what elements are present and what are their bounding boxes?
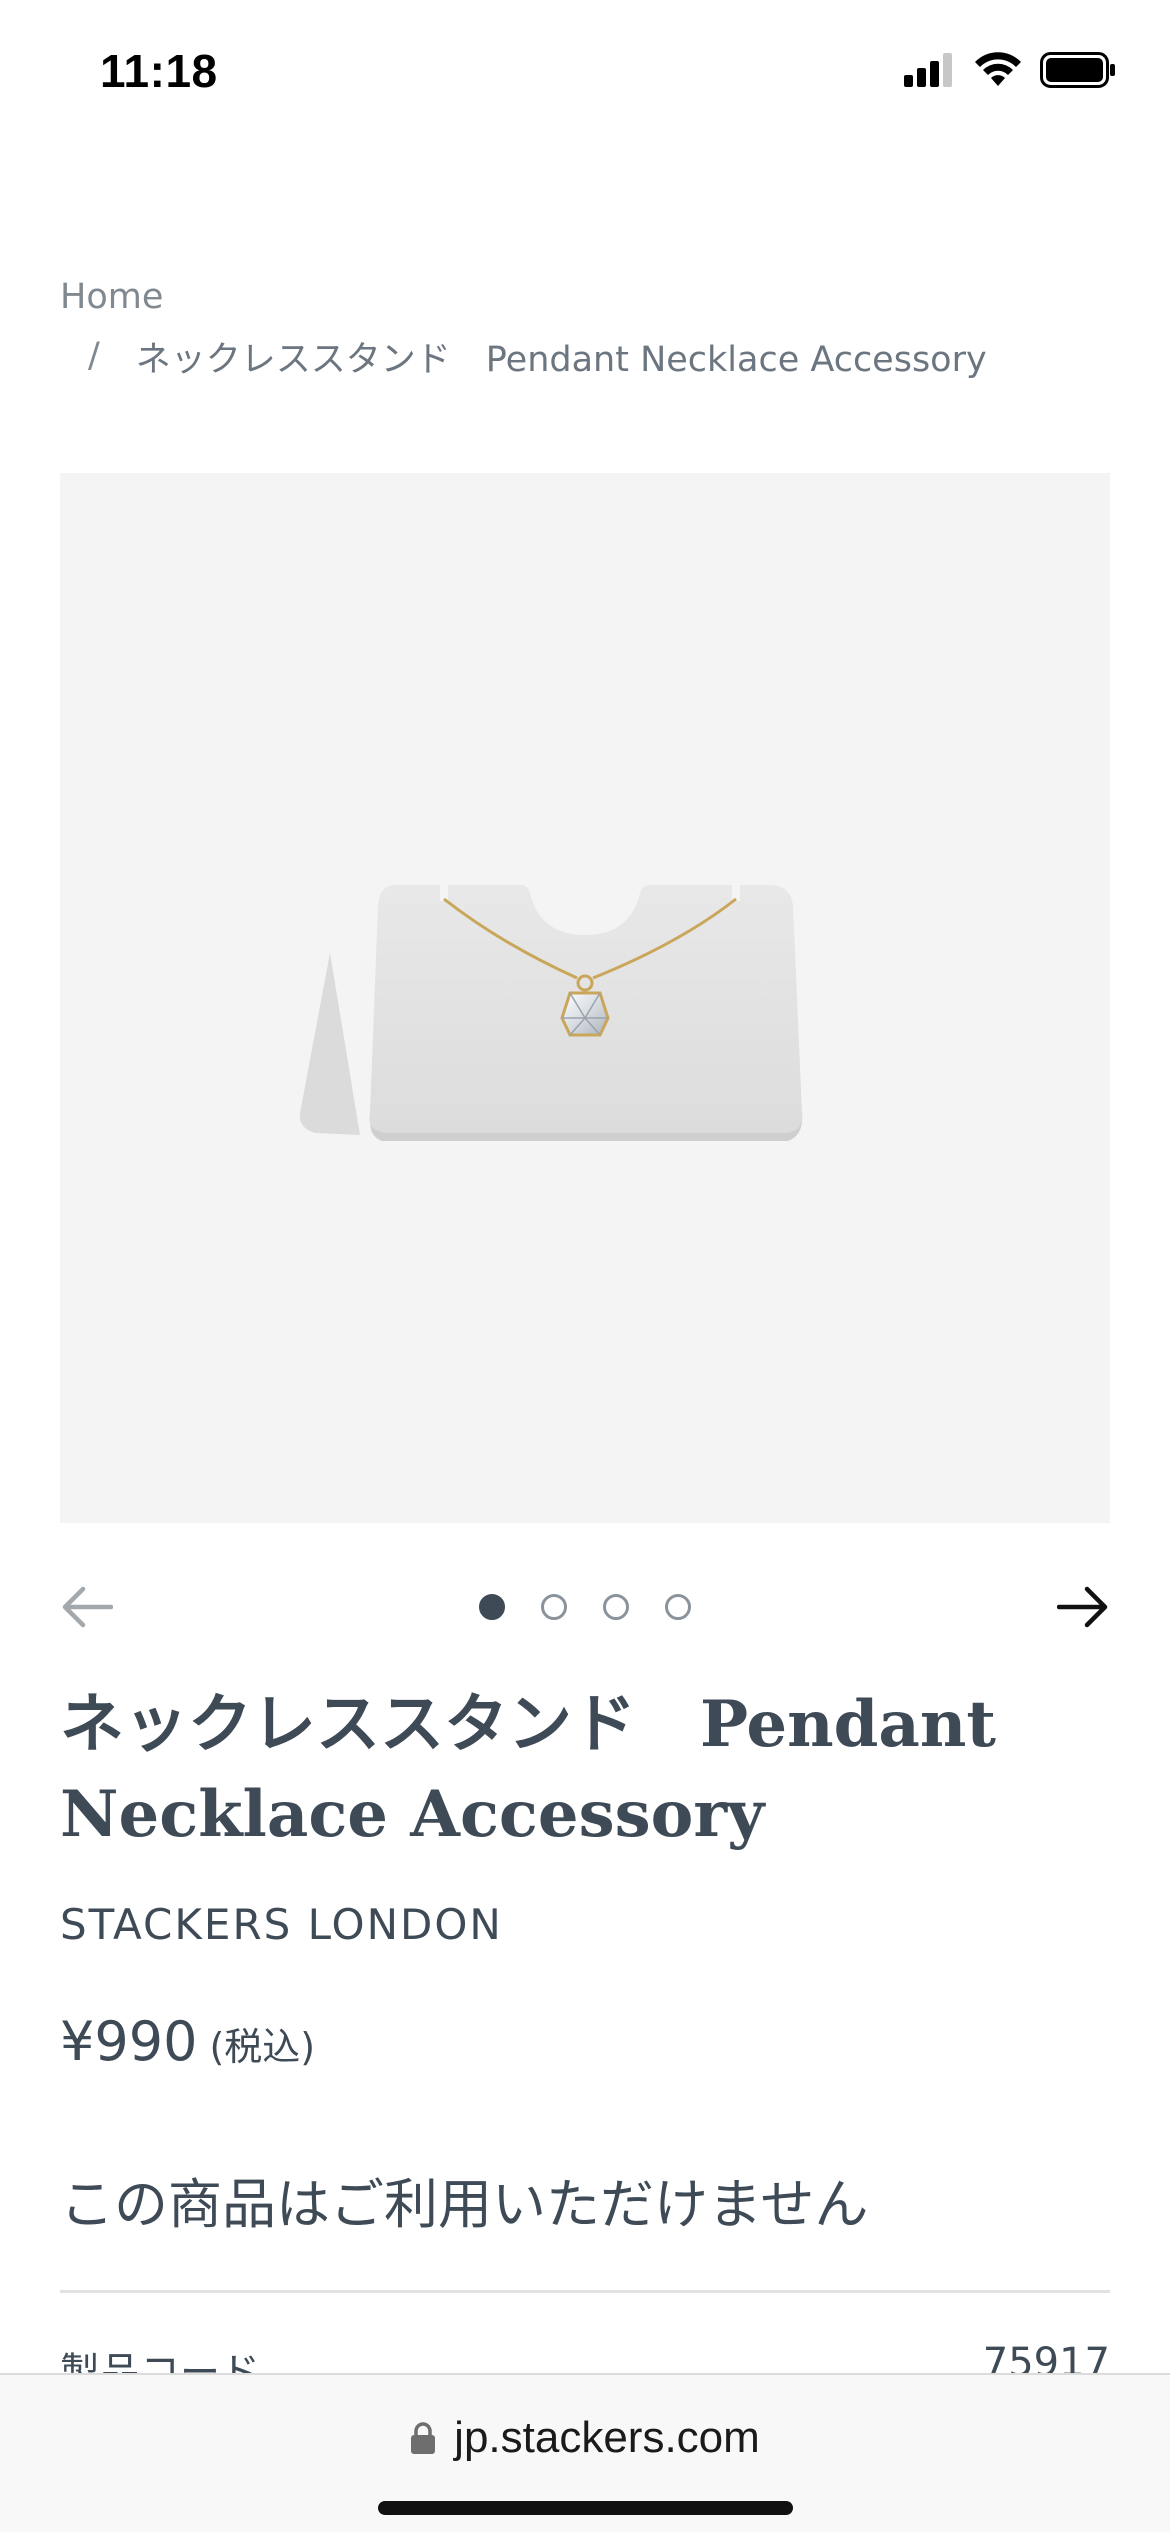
carousel-dot-3[interactable] xyxy=(603,1594,629,1620)
cellular-signal-icon xyxy=(904,53,956,91)
breadcrumb: Home / ネックレススタンド Pendant Necklace Access… xyxy=(60,272,1120,384)
browser-bottom-bar: jp.stackers.com xyxy=(0,2373,1170,2532)
lock-icon xyxy=(411,2422,436,2454)
product-vendor: STACKERS LONDON xyxy=(60,1900,503,1949)
carousel-dot-2[interactable] xyxy=(541,1594,567,1620)
next-image-button[interactable] xyxy=(1046,1570,1120,1644)
status-bar: 11:18 xyxy=(0,0,1170,140)
breadcrumb-current: ネックレススタンド Pendant Necklace Accessory xyxy=(135,339,987,380)
breadcrumb-home-link[interactable]: Home xyxy=(60,272,1120,322)
wifi-icon xyxy=(974,52,1022,92)
carousel-dots xyxy=(60,1570,1110,1644)
availability-message: この商品はご利用いただけません xyxy=(60,2173,869,2236)
status-time: 11:18 xyxy=(100,45,218,97)
battery-icon xyxy=(1040,52,1116,92)
product-price: ¥990 xyxy=(60,2010,198,2073)
address-bar[interactable]: jp.stackers.com xyxy=(0,2413,1170,2463)
divider xyxy=(60,2290,1110,2293)
image-carousel-controls xyxy=(60,1570,1110,1644)
home-indicator[interactable] xyxy=(378,2501,793,2515)
tax-note: (税込) xyxy=(209,2025,316,2069)
price-row: ¥990 (税込) xyxy=(60,2010,315,2073)
breadcrumb-separator: / xyxy=(88,336,100,376)
arrow-right-icon xyxy=(1057,1586,1108,1628)
carousel-dot-1[interactable] xyxy=(479,1594,505,1620)
url-text: jp.stackers.com xyxy=(454,2413,760,2462)
product-title: ネックレススタンド Pendant Necklace Accessory xyxy=(60,1687,996,1852)
status-icons xyxy=(904,52,1116,92)
carousel-dot-4[interactable] xyxy=(665,1594,691,1620)
breadcrumb-row: / ネックレススタンド Pendant Necklace Accessory xyxy=(60,328,1120,384)
necklace-stand-illustration xyxy=(299,885,803,1141)
product-image[interactable] xyxy=(60,473,1110,1523)
